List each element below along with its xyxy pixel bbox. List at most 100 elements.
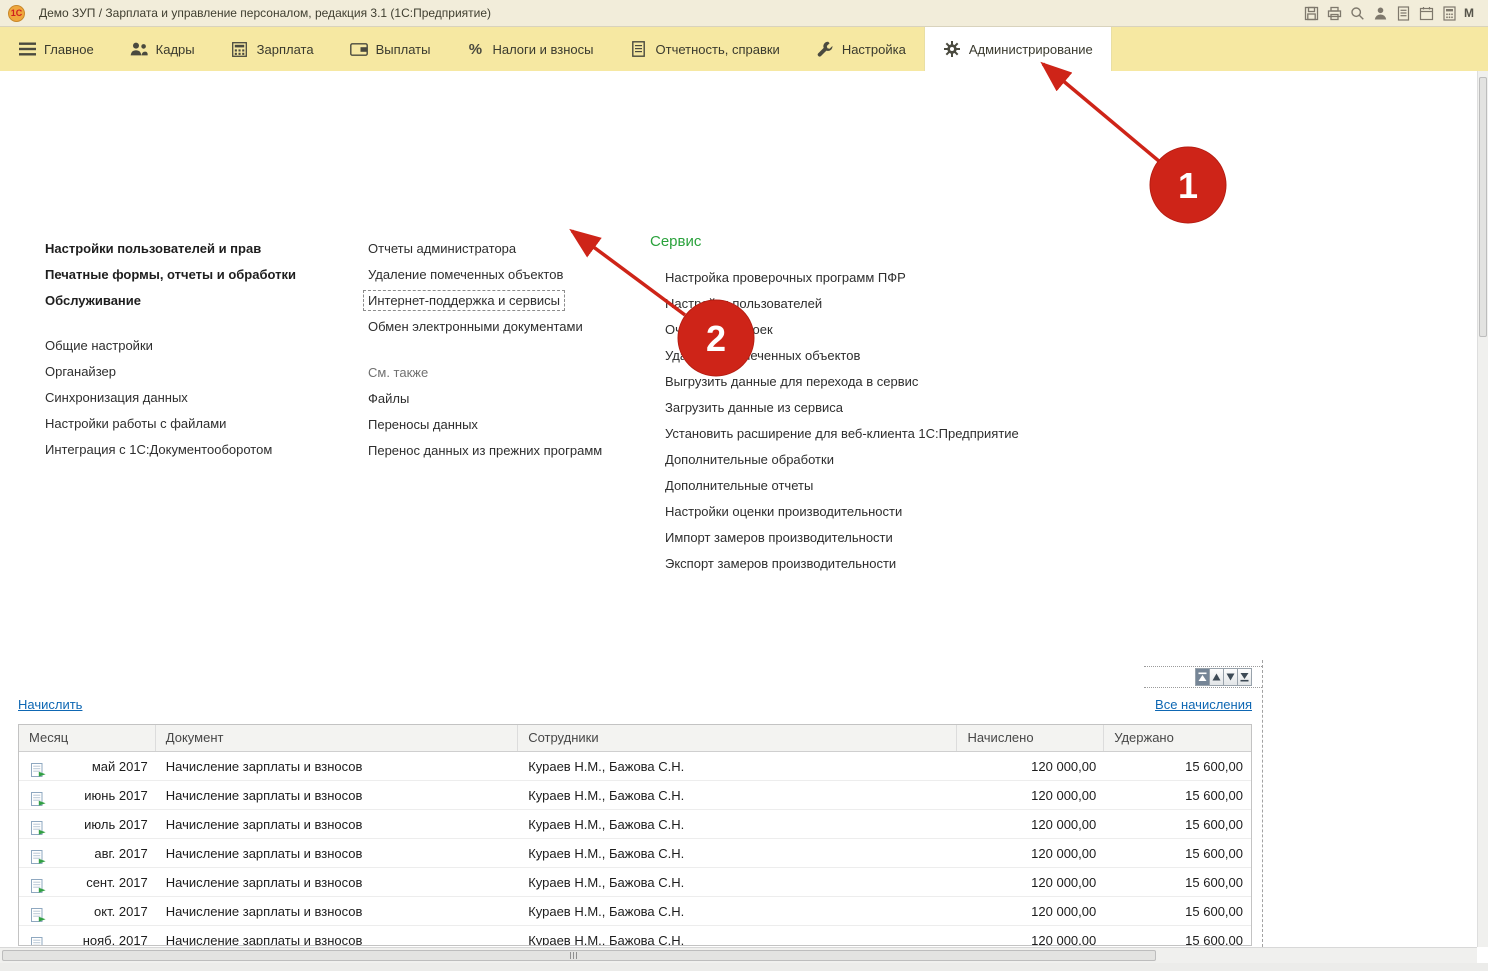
menu-section-link[interactable]: Печатные формы, отчеты и обработки — [45, 262, 296, 288]
accrue-link[interactable]: Начислить — [18, 697, 82, 712]
service-item-link[interactable]: Загрузить данные из сервиса — [665, 395, 1019, 421]
menu-item-label: Импорт замеров производительности — [665, 530, 893, 545]
menu-section-link[interactable]: Обслуживание — [45, 288, 296, 314]
table-row[interactable]: май 2017 Начисление зарплаты и взносов К… — [19, 752, 1251, 781]
people-icon — [130, 42, 148, 56]
tab-administration[interactable]: Администрирование — [924, 27, 1112, 71]
menu-item-label: Интернет-поддержка и сервисы — [363, 290, 565, 311]
cell-document: Начисление зарплаты и взносов — [156, 926, 518, 946]
cell-month: июнь 2017 — [19, 781, 156, 809]
service-item-link[interactable]: Импорт замеров производительности — [665, 525, 1019, 551]
column-header-document[interactable]: Документ — [156, 725, 518, 751]
user-icon[interactable] — [1372, 5, 1388, 21]
menu-item-link[interactable]: Перенос данных из прежних программ — [368, 438, 602, 464]
menu-item-label: Настройка проверочных программ ПФР — [665, 270, 906, 285]
menu-item-link[interactable]: Файлы — [368, 386, 602, 412]
cell-accrued: 120 000,00 — [957, 752, 1104, 780]
calendar-icon[interactable] — [1418, 5, 1434, 21]
tab-main[interactable]: Главное — [0, 27, 112, 71]
cell-accrued: 120 000,00 — [957, 781, 1104, 809]
cell-document: Начисление зарплаты и взносов — [156, 810, 518, 838]
service-item-link[interactable]: Настройка проверочных программ ПФР — [665, 265, 1019, 291]
menu-column-service: Сервис Настройка проверочных программ ПФ… — [650, 233, 1019, 577]
tab-hr[interactable]: Кадры — [112, 27, 213, 71]
service-section-header[interactable]: Сервис — [650, 233, 1019, 257]
move-up-button[interactable] — [1209, 668, 1224, 686]
cell-employees: Кураев Н.М., Бажова С.Н. — [518, 752, 957, 780]
accruals-table-body: май 2017 Начисление зарплаты и взносов К… — [19, 752, 1251, 946]
service-item-link[interactable]: Удаление помеченных объектов — [665, 343, 1019, 369]
menu-item-admin-reports[interactable]: Отчеты администратора — [368, 236, 602, 262]
service-item-link[interactable]: Настройки оценки производительности — [665, 499, 1019, 525]
horizontal-scrollbar-thumb[interactable] — [2, 950, 1156, 961]
wallet-icon — [350, 43, 368, 56]
tab-label: Налоги и взносы — [492, 42, 593, 57]
column-header-month[interactable]: Месяц — [19, 725, 156, 751]
tab-payments[interactable]: Выплаты — [332, 27, 449, 71]
table-row[interactable]: июнь 2017 Начисление зарплаты и взносов … — [19, 781, 1251, 810]
cell-month: сент. 2017 — [19, 868, 156, 896]
menu-item-internet-support[interactable]: Интернет-поддержка и сервисы — [368, 288, 602, 314]
vertical-scrollbar[interactable] — [1477, 71, 1488, 947]
tab-reports[interactable]: Отчетность, справки — [612, 27, 798, 71]
menu-item-label: Установить расширение для веб-клиента 1С… — [665, 426, 1019, 441]
menu-item-label: Удаление помеченных объектов — [665, 348, 860, 363]
service-item-link[interactable]: Настройки пользователей — [665, 291, 1019, 317]
menu-item-link[interactable]: Переносы данных — [368, 412, 602, 438]
report-icon — [630, 41, 648, 57]
all-accruals-link[interactable]: Все начисления — [1155, 697, 1252, 712]
menu-item-link[interactable]: Общие настройки — [45, 333, 296, 359]
print-icon[interactable] — [1326, 5, 1342, 21]
menu-item-link[interactable]: Интеграция с 1С:Документооборотом — [45, 437, 296, 463]
menu-item-link[interactable]: Органайзер — [45, 359, 296, 385]
menu-item-link[interactable]: Синхронизация данных — [45, 385, 296, 411]
column-header-employees[interactable]: Сотрудники — [518, 725, 957, 751]
menu-item-edi-exchange[interactable]: Обмен электронными документами — [368, 314, 602, 340]
table-row[interactable]: июль 2017 Начисление зарплаты и взносов … — [19, 810, 1251, 839]
month-value: июль 2017 — [84, 817, 148, 832]
accruals-table: Месяц Документ Сотрудники Начислено Удер… — [18, 724, 1252, 946]
table-row[interactable]: авг. 2017 Начисление зарплаты и взносов … — [19, 839, 1251, 868]
tab-settings[interactable]: Настройка — [798, 27, 924, 71]
cell-accrued: 120 000,00 — [957, 810, 1104, 838]
wrench-icon — [816, 41, 834, 57]
vertical-scrollbar-thumb[interactable] — [1479, 77, 1487, 337]
menu-item-label: Настройки пользователей — [665, 296, 822, 311]
save-icon[interactable] — [1303, 5, 1319, 21]
search-icon[interactable] — [1349, 5, 1365, 21]
accrual-document-icon — [31, 788, 46, 809]
tab-label: Выплаты — [376, 42, 431, 57]
1c-logo-icon: 1С — [8, 5, 25, 22]
menu-item-label: Синхронизация данных — [45, 390, 188, 405]
cell-month: авг. 2017 — [19, 839, 156, 867]
service-item-link[interactable]: Дополнительные обработки — [665, 447, 1019, 473]
percent-icon: % — [466, 41, 484, 58]
document-icon[interactable] — [1395, 5, 1411, 21]
horizontal-scrollbar[interactable] — [0, 947, 1477, 963]
move-bottom-button[interactable] — [1237, 668, 1252, 686]
menu-column-settings: Настройки пользователей и прав Печатные … — [45, 236, 296, 463]
service-item-link[interactable]: Очистка настроек — [665, 317, 1019, 343]
table-row[interactable]: нояб. 2017 Начисление зарплаты и взносов… — [19, 926, 1251, 946]
service-item-link[interactable]: Дополнительные отчеты — [665, 473, 1019, 499]
service-item-link[interactable]: Выгрузить данные для перехода в сервис — [665, 369, 1019, 395]
menu-item-delete-marked[interactable]: Удаление помеченных объектов — [368, 262, 602, 288]
column-header-accrued[interactable]: Начислено — [957, 725, 1104, 751]
table-row[interactable]: сент. 2017 Начисление зарплаты и взносов… — [19, 868, 1251, 897]
cell-document: Начисление зарплаты и взносов — [156, 839, 518, 867]
tab-label: Зарплата — [257, 42, 314, 57]
cell-withheld: 15 600,00 — [1104, 868, 1251, 896]
tab-taxes[interactable]: % Налоги и взносы — [448, 27, 611, 71]
move-top-button[interactable] — [1195, 668, 1210, 686]
service-item-link[interactable]: Установить расширение для веб-клиента 1С… — [665, 421, 1019, 447]
menu-item-label: Экспорт замеров производительности — [665, 556, 896, 571]
menu-item-link[interactable]: Настройки работы с файлами — [45, 411, 296, 437]
user-initial[interactable]: M — [1464, 6, 1474, 20]
calculator-icon[interactable] — [1441, 5, 1457, 21]
column-header-withheld[interactable]: Удержано — [1104, 725, 1251, 751]
move-down-button[interactable] — [1223, 668, 1238, 686]
table-row[interactable]: окт. 2017 Начисление зарплаты и взносов … — [19, 897, 1251, 926]
service-item-link[interactable]: Экспорт замеров производительности — [665, 551, 1019, 577]
tab-salary[interactable]: Зарплата — [213, 27, 332, 71]
menu-section-link[interactable]: Настройки пользователей и прав — [45, 236, 296, 262]
